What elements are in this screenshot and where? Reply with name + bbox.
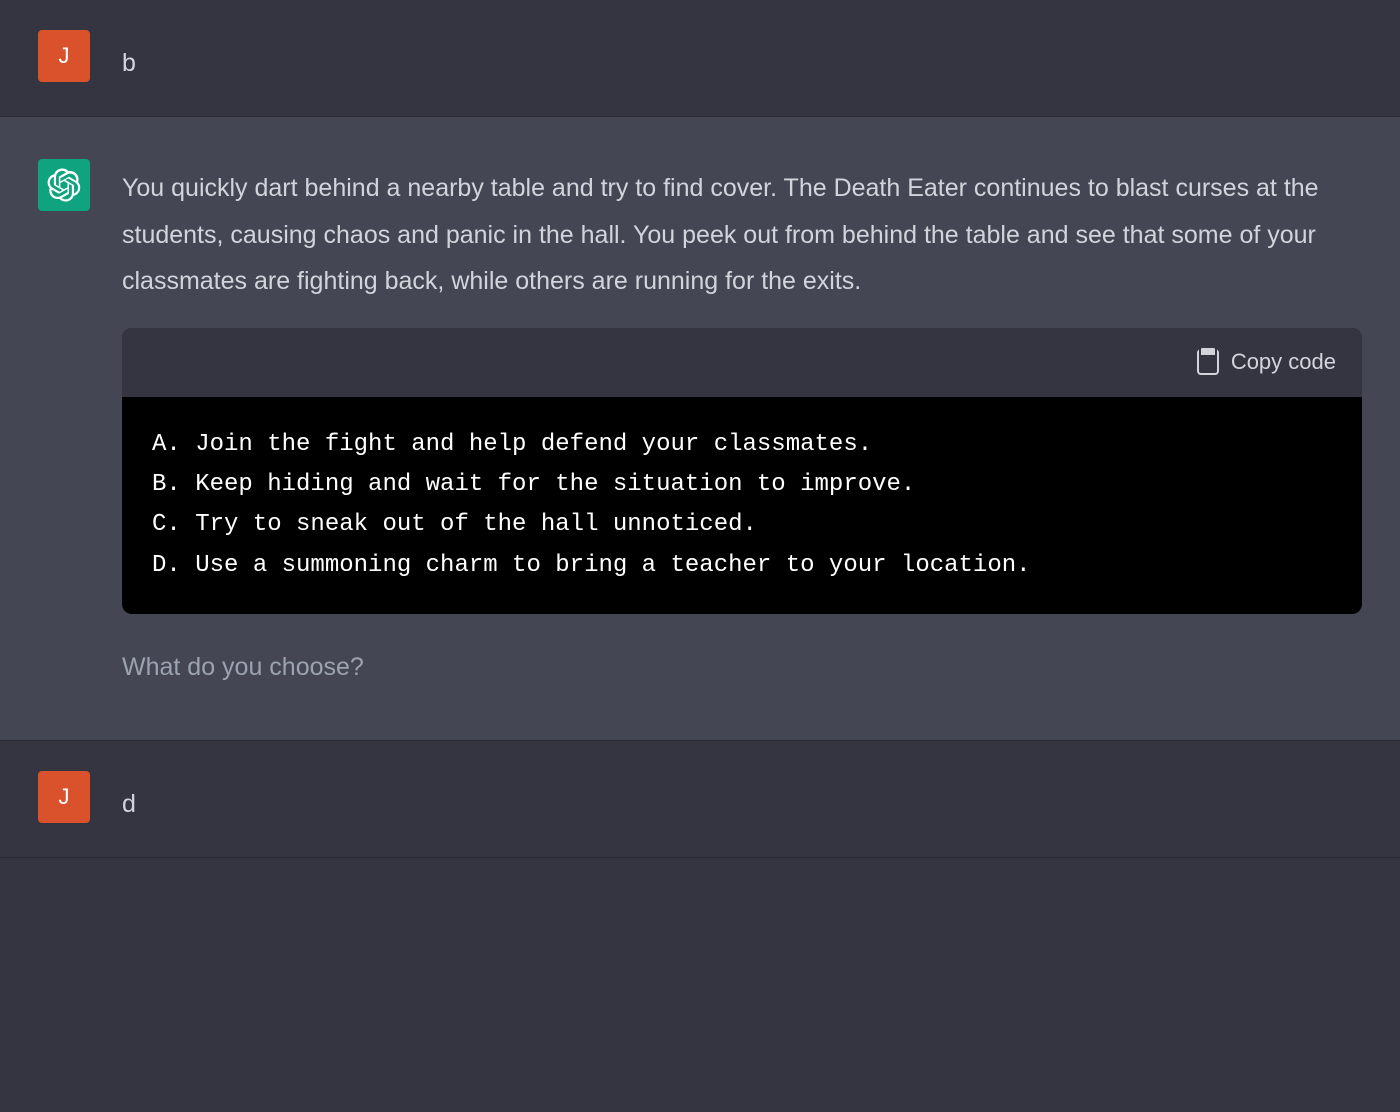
assistant-message-row: You quickly dart behind a nearby table a…: [0, 117, 1400, 741]
clipboard-icon: [1197, 349, 1219, 375]
user-avatar: J: [38, 30, 90, 82]
user-message-row: J b: [0, 0, 1400, 117]
user-message-content-2: d: [122, 771, 1362, 827]
copy-code-label: Copy code: [1231, 342, 1336, 383]
user-message-row-2: J d: [0, 741, 1400, 858]
assistant-message-content: You quickly dart behind a nearby table a…: [122, 159, 1362, 690]
copy-code-button[interactable]: Copy code: [1197, 342, 1336, 383]
closing-question: What do you choose?: [122, 644, 1362, 690]
user-message-text: b: [122, 49, 136, 77]
user-avatar-letter: J: [59, 43, 70, 69]
user-message-content: b: [122, 30, 1362, 86]
user-avatar-2: J: [38, 771, 90, 823]
user-message-text-2: d: [122, 790, 136, 818]
code-line-d: D. Use a summoning charm to bring a teac…: [152, 552, 1031, 579]
code-line-b: B. Keep hiding and wait for the situatio…: [152, 471, 915, 498]
code-header: Copy code: [122, 328, 1362, 397]
code-body: A. Join the fight and help defend your c…: [122, 397, 1362, 614]
code-line-a: A. Join the fight and help defend your c…: [152, 431, 872, 458]
openai-logo-icon: [47, 168, 81, 202]
code-line-c: C. Try to sneak out of the hall unnotice…: [152, 511, 757, 538]
assistant-paragraph: You quickly dart behind a nearby table a…: [122, 165, 1362, 304]
code-block: Copy code A. Join the fight and help def…: [122, 328, 1362, 614]
assistant-avatar: [38, 159, 90, 211]
user-avatar-letter-2: J: [59, 784, 70, 810]
